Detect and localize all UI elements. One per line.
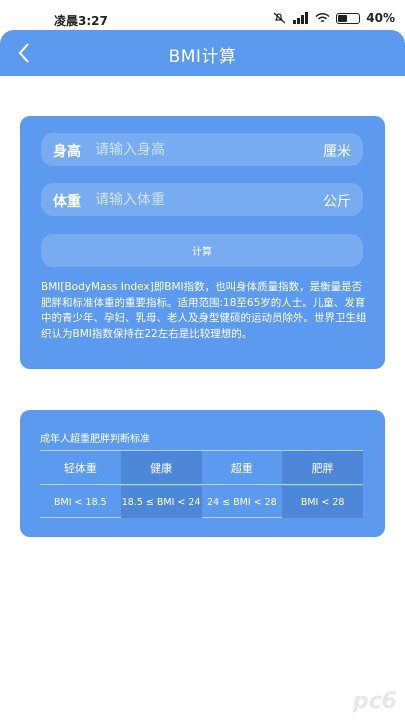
- table-row: BMI < 18.5 18.5 ≤ BMI < 24 24 ≤ BMI < 28…: [40, 486, 363, 518]
- battery-percent: 40%: [366, 11, 395, 25]
- weight-field: 体重 公斤: [41, 183, 363, 216]
- battery-icon: [336, 12, 361, 24]
- table-header-cell: 超重: [230, 461, 253, 475]
- bmi-description: BMI[BodyMass Index]即BMI指数，也叫身体质量指数，是衡量是否…: [41, 281, 367, 340]
- page-title: BMI计算: [168, 47, 237, 67]
- table-header-row: 轻体重 健康 超重 肥胖: [40, 451, 363, 485]
- status-icons: 40%: [273, 11, 395, 25]
- table-cell: 24 ≤ BMI < 28: [207, 496, 277, 508]
- table-cell: BMI < 18.5: [54, 496, 107, 508]
- bmi-calculator-card: 身高 厘米 体重 公斤 计算 BMI[BodyMass Index]即BMI指数…: [20, 116, 385, 369]
- table-header-cell: 肥胖: [282, 451, 363, 484]
- table-cell: BMI < 28: [282, 486, 363, 518]
- weight-unit: 公斤: [323, 194, 351, 210]
- bmi-standards-card: 成年人超重肥胖判断标准 轻体重 健康 超重 肥胖 BMI < 18.5 18.5…: [20, 410, 385, 537]
- standards-heading: 成年人超重肥胖判断标准: [40, 434, 150, 445]
- status-time: 凌晨3:27: [54, 14, 108, 28]
- height-label: 身高: [53, 144, 81, 160]
- weight-input[interactable]: [95, 188, 295, 211]
- calculate-button[interactable]: 计算: [41, 234, 363, 267]
- app-header: BMI计算: [0, 30, 405, 76]
- table-header-cell: 轻体重: [63, 461, 97, 475]
- signal-icon: [293, 12, 309, 24]
- table-cell: 18.5 ≤ BMI < 24: [120, 486, 202, 518]
- mute-icon: [273, 12, 287, 24]
- table-header-cell: 健康: [120, 451, 202, 484]
- weight-label: 体重: [53, 194, 81, 210]
- height-field: 身高 厘米: [41, 133, 363, 166]
- height-input[interactable]: [95, 138, 295, 161]
- standards-table: 轻体重 健康 超重 肥胖 BMI < 18.5 18.5 ≤ BMI < 24 …: [40, 450, 363, 518]
- height-unit: 厘米: [323, 144, 351, 160]
- wifi-icon: [315, 12, 330, 24]
- watermark-logo: pc6: [352, 688, 397, 714]
